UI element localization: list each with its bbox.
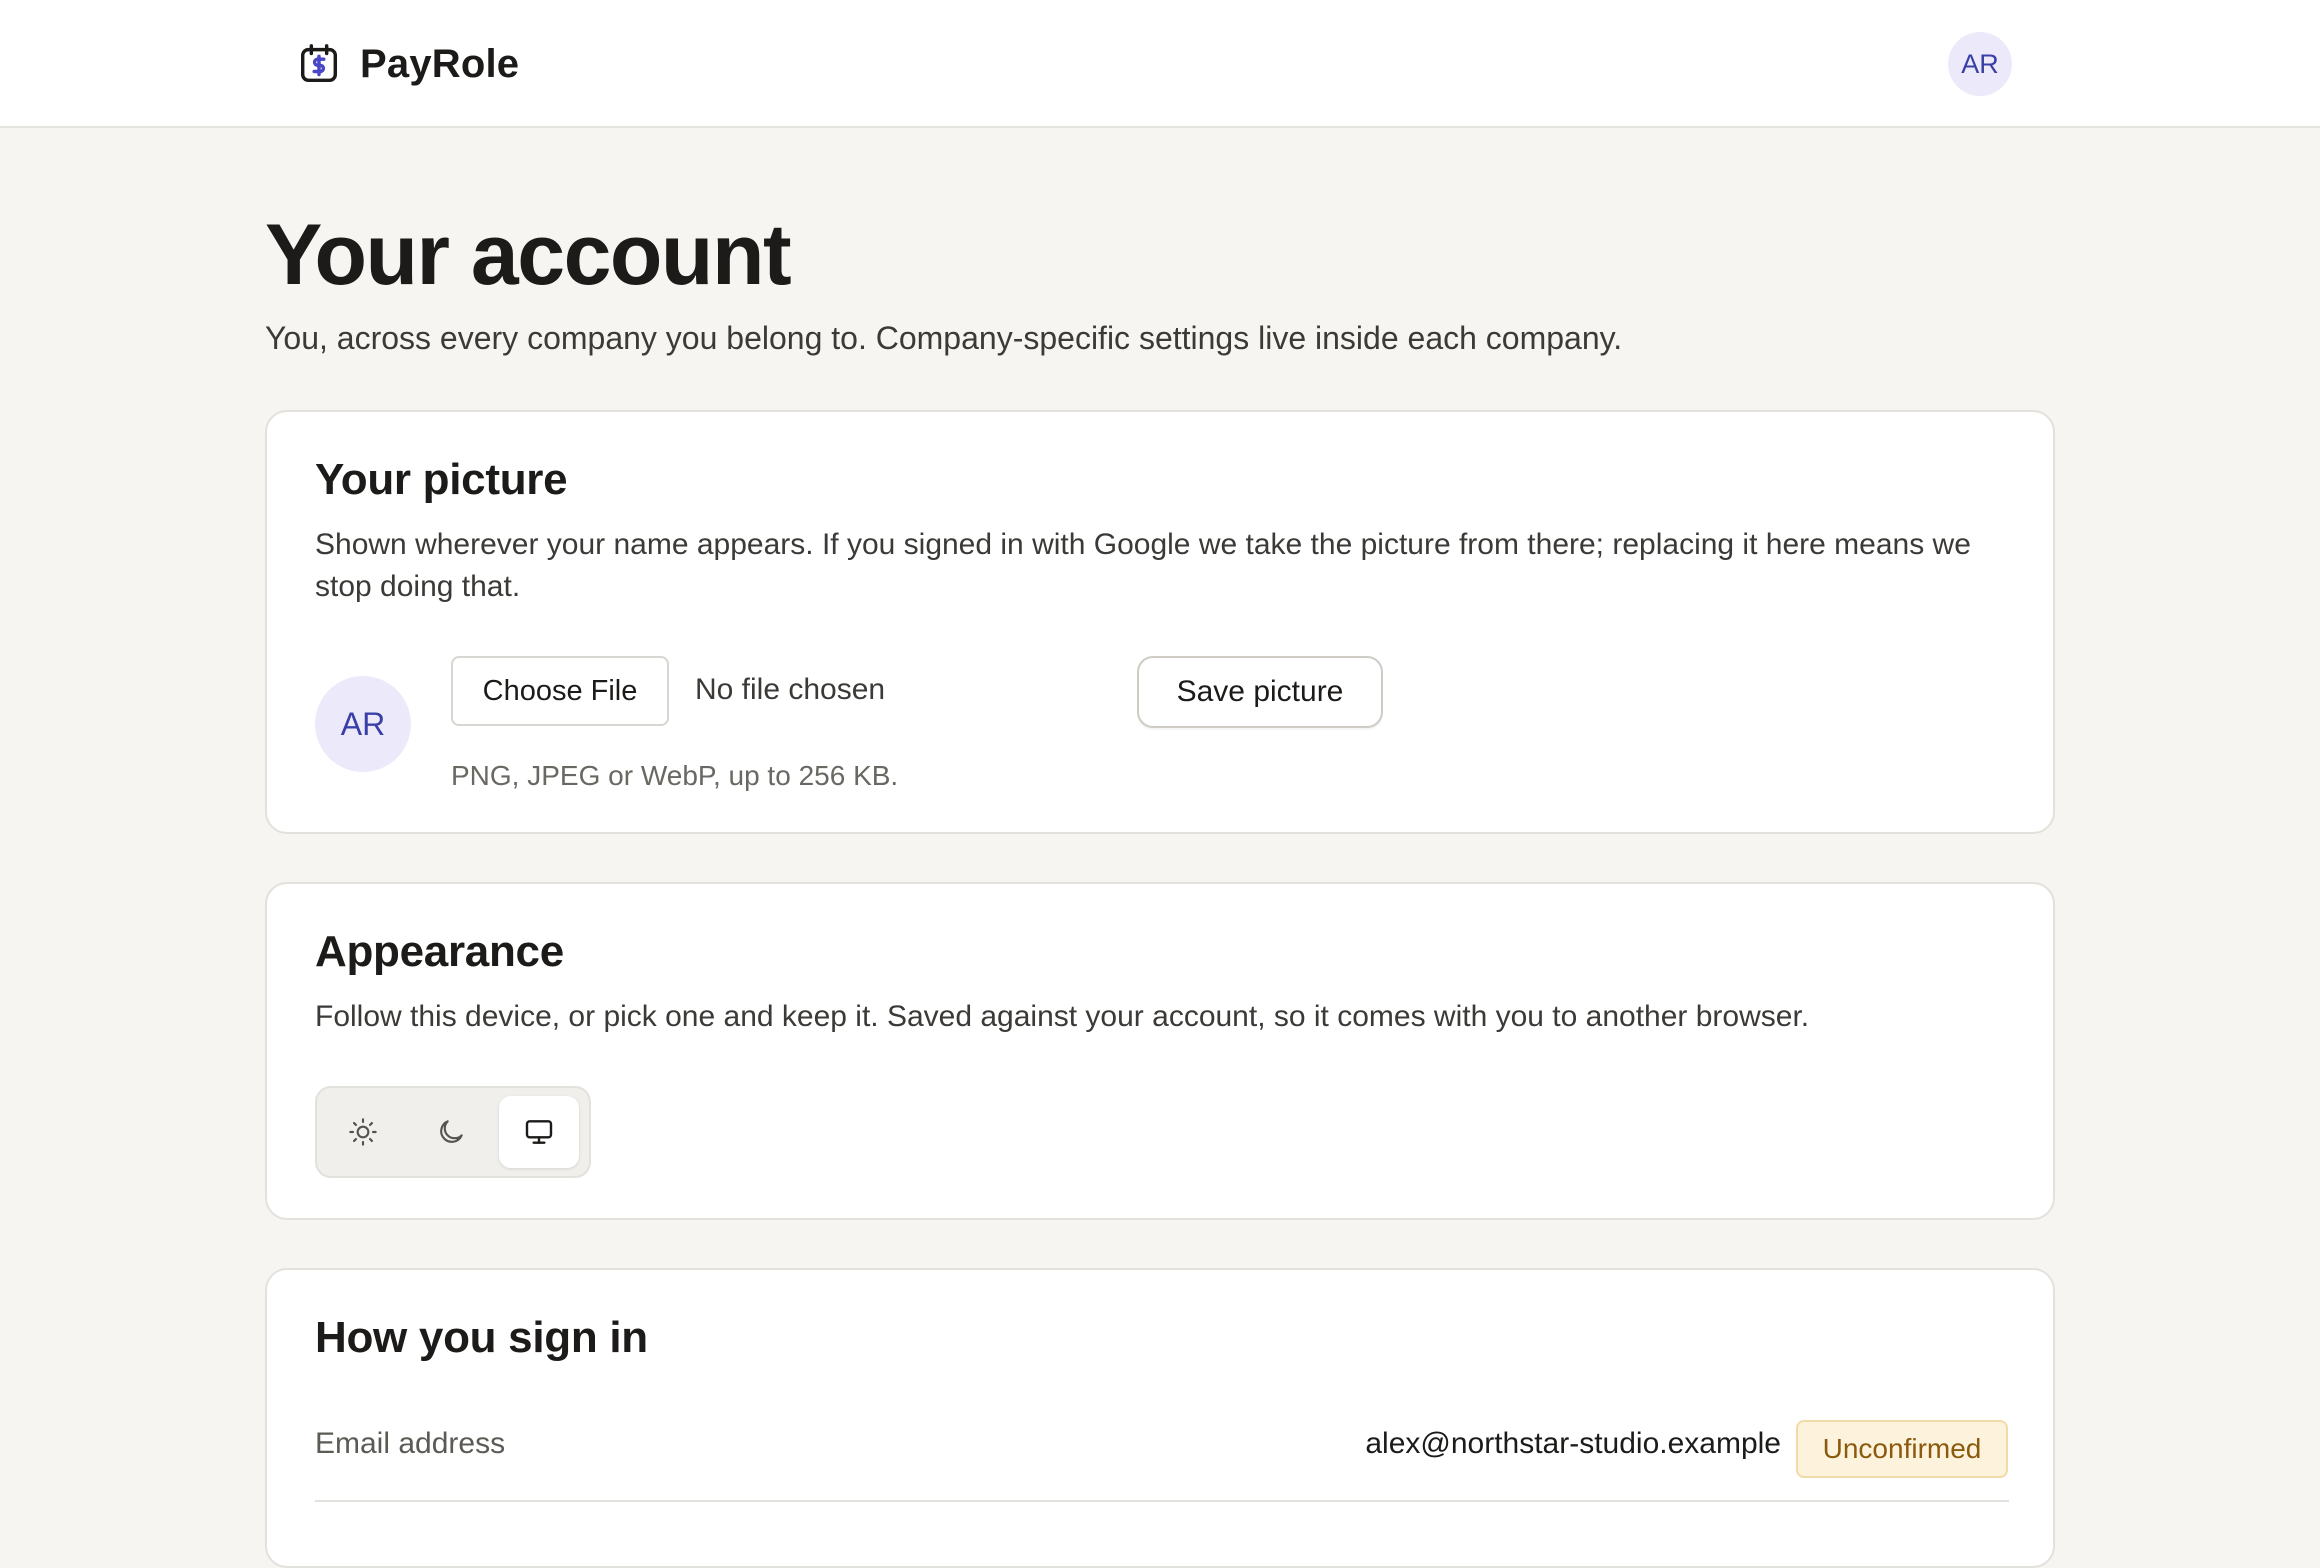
save-picture-button[interactable]: Save picture <box>1137 656 1383 728</box>
picture-card: Your picture Shown wherever your name ap… <box>265 410 2055 834</box>
appearance-card-title: Appearance <box>315 927 564 976</box>
moon-icon <box>435 1116 467 1148</box>
picture-card-description: Shown wherever your name appears. If you… <box>315 528 1971 603</box>
monitor-icon <box>523 1116 555 1148</box>
signin-card-title: How you sign in <box>315 1313 648 1362</box>
signin-card: How you sign in Email address alex@north… <box>265 1268 2055 1568</box>
avatar: AR <box>315 676 411 772</box>
theme-dark-button[interactable] <box>411 1096 491 1168</box>
brand-name: PayRole <box>360 41 520 86</box>
email-value: alex@northstar-studio.example <box>1365 1427 1781 1460</box>
theme-system-button[interactable] <box>499 1096 579 1168</box>
choose-file-button[interactable]: Choose File <box>451 656 669 726</box>
page-subtitle: You, across every company you belong to.… <box>265 320 1623 356</box>
calendar-dollar-icon <box>296 41 342 87</box>
appearance-card-description: Follow this device, or pick one and keep… <box>315 1000 1810 1033</box>
theme-switcher <box>315 1086 591 1178</box>
user-avatar-button[interactable]: AR <box>1948 32 2012 96</box>
appearance-card: Appearance Follow this device, or pick o… <box>265 882 2055 1220</box>
page-title: Your account <box>265 207 792 303</box>
divider <box>315 1500 2009 1502</box>
brand[interactable]: PayRole <box>296 36 519 92</box>
sun-icon <box>347 1116 379 1148</box>
top-bar: PayRole AR <box>0 0 2320 128</box>
status-badge: Unconfirmed <box>1796 1420 2008 1478</box>
theme-light-button[interactable] <box>323 1096 403 1168</box>
email-label: Email address <box>315 1427 506 1460</box>
picture-card-title: Your picture <box>315 455 568 504</box>
file-status: No file chosen <box>695 673 886 706</box>
file-hint: PNG, JPEG or WebP, up to 256 KB. <box>451 760 899 791</box>
